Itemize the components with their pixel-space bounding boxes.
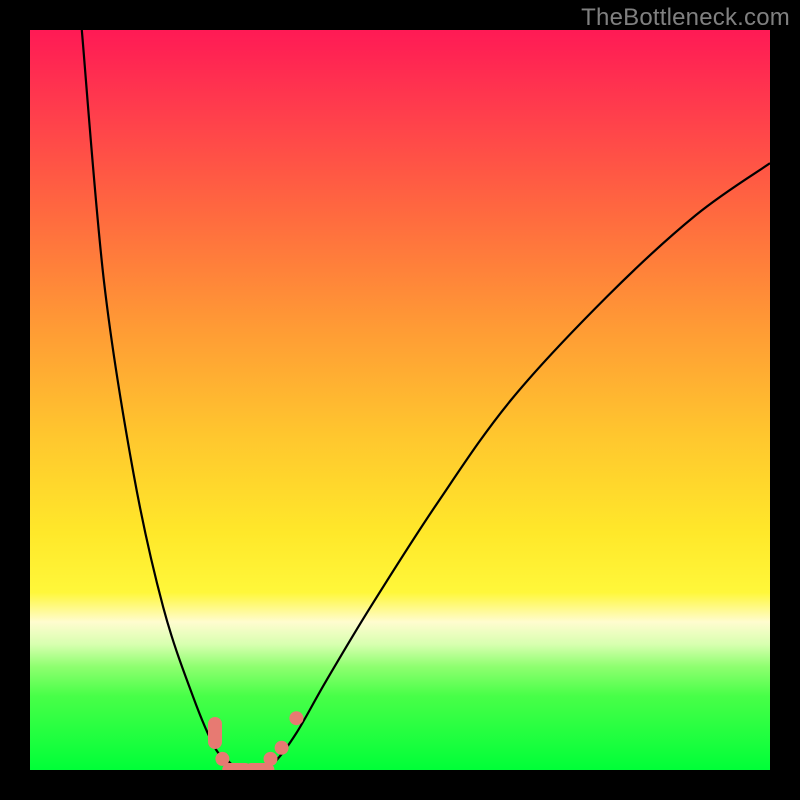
chart-plot-area (30, 30, 770, 770)
watermark-text: TheBottleneck.com (581, 4, 790, 32)
